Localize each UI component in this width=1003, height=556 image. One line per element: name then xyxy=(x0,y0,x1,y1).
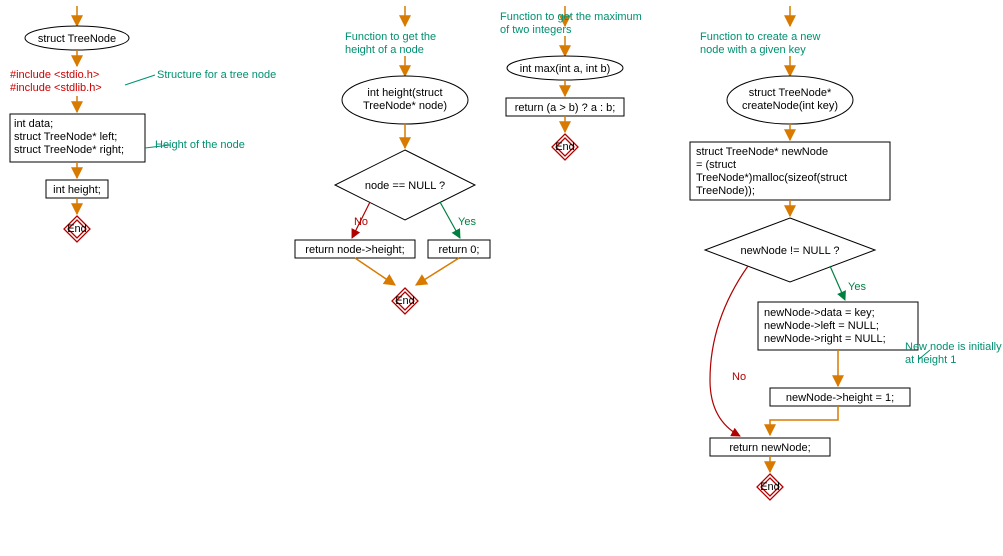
flow-max: Function to get the maximum of two integ… xyxy=(500,6,642,160)
svg-text:int height;: int height; xyxy=(53,184,101,196)
svg-text:Function to create a new: Function to create a new xyxy=(700,31,821,43)
height-comment: Height of the node xyxy=(155,139,245,151)
svg-text:node == NULL ?: node == NULL ? xyxy=(365,180,445,192)
svg-text:Yes: Yes xyxy=(458,216,476,228)
svg-text:return (a > b) ? a : b;: return (a > b) ? a : b; xyxy=(515,102,616,114)
svg-text:No: No xyxy=(732,371,746,383)
svg-text:int height(struct: int height(struct xyxy=(367,87,442,99)
end-icon: End xyxy=(757,474,783,500)
svg-text:struct TreeNode* newNode: struct TreeNode* newNode xyxy=(696,146,828,158)
end-icon: End xyxy=(392,288,418,314)
svg-text:New node is initially: New node is initially xyxy=(905,341,1002,353)
flow-struct: struct TreeNode #include <stdio.h> #incl… xyxy=(10,6,276,242)
svg-text:TreeNode));: TreeNode)); xyxy=(696,185,755,197)
svg-text:int data;: int data; xyxy=(14,118,53,130)
svg-text:TreeNode*)malloc(sizeof(struct: TreeNode*)malloc(sizeof(struct xyxy=(696,172,847,184)
svg-text:struct TreeNode*: struct TreeNode* xyxy=(749,87,832,99)
svg-text:End: End xyxy=(555,141,575,153)
svg-text:of two integers: of two integers xyxy=(500,24,572,36)
svg-text:Yes: Yes xyxy=(848,281,866,293)
svg-text:End: End xyxy=(760,481,780,493)
svg-text:struct TreeNode* left;: struct TreeNode* left; xyxy=(14,131,117,143)
svg-text:TreeNode* node): TreeNode* node) xyxy=(363,100,447,112)
svg-text:= (struct: = (struct xyxy=(696,159,736,171)
svg-text:No: No xyxy=(354,216,368,228)
svg-text:End: End xyxy=(67,223,87,235)
svg-text:return 0;: return 0; xyxy=(439,244,480,256)
svg-text:newNode->height = 1;: newNode->height = 1; xyxy=(786,392,894,404)
struct-comment: Structure for a tree node xyxy=(157,69,276,81)
svg-text:Function to get the maximum: Function to get the maximum xyxy=(500,11,642,23)
svg-text:node with a given key: node with a given key xyxy=(700,44,806,56)
flow-createNode: Function to create a new node with a giv… xyxy=(690,6,1002,500)
svg-text:return node->height;: return node->height; xyxy=(305,244,404,256)
svg-text:createNode(int key): createNode(int key) xyxy=(742,100,838,112)
struct-title-text: struct TreeNode xyxy=(38,33,116,45)
flow-height: Function to get the height of a node int… xyxy=(295,6,490,314)
svg-text:at height 1: at height 1 xyxy=(905,354,956,366)
end-icon: End xyxy=(552,134,578,160)
svg-text:newNode->data = key;: newNode->data = key; xyxy=(764,307,875,319)
end-icon: End xyxy=(64,216,90,242)
svg-text:int max(int a, int b): int max(int a, int b) xyxy=(520,63,610,75)
svg-text:struct TreeNode* right;: struct TreeNode* right; xyxy=(14,144,124,156)
flowchart-diagram: struct TreeNode #include <stdio.h> #incl… xyxy=(0,0,1003,556)
include-stdlib: #include <stdlib.h> xyxy=(10,82,102,94)
svg-text:newNode != NULL ?: newNode != NULL ? xyxy=(741,245,840,257)
svg-text:End: End xyxy=(395,295,415,307)
svg-text:return newNode;: return newNode; xyxy=(729,442,810,454)
svg-text:newNode->left = NULL;: newNode->left = NULL; xyxy=(764,320,879,332)
include-stdio: #include <stdio.h> xyxy=(10,69,99,81)
svg-text:newNode->right = NULL;: newNode->right = NULL; xyxy=(764,333,886,345)
svg-text:Function to get the: Function to get the xyxy=(345,31,436,43)
svg-text:height of a node: height of a node xyxy=(345,44,424,56)
